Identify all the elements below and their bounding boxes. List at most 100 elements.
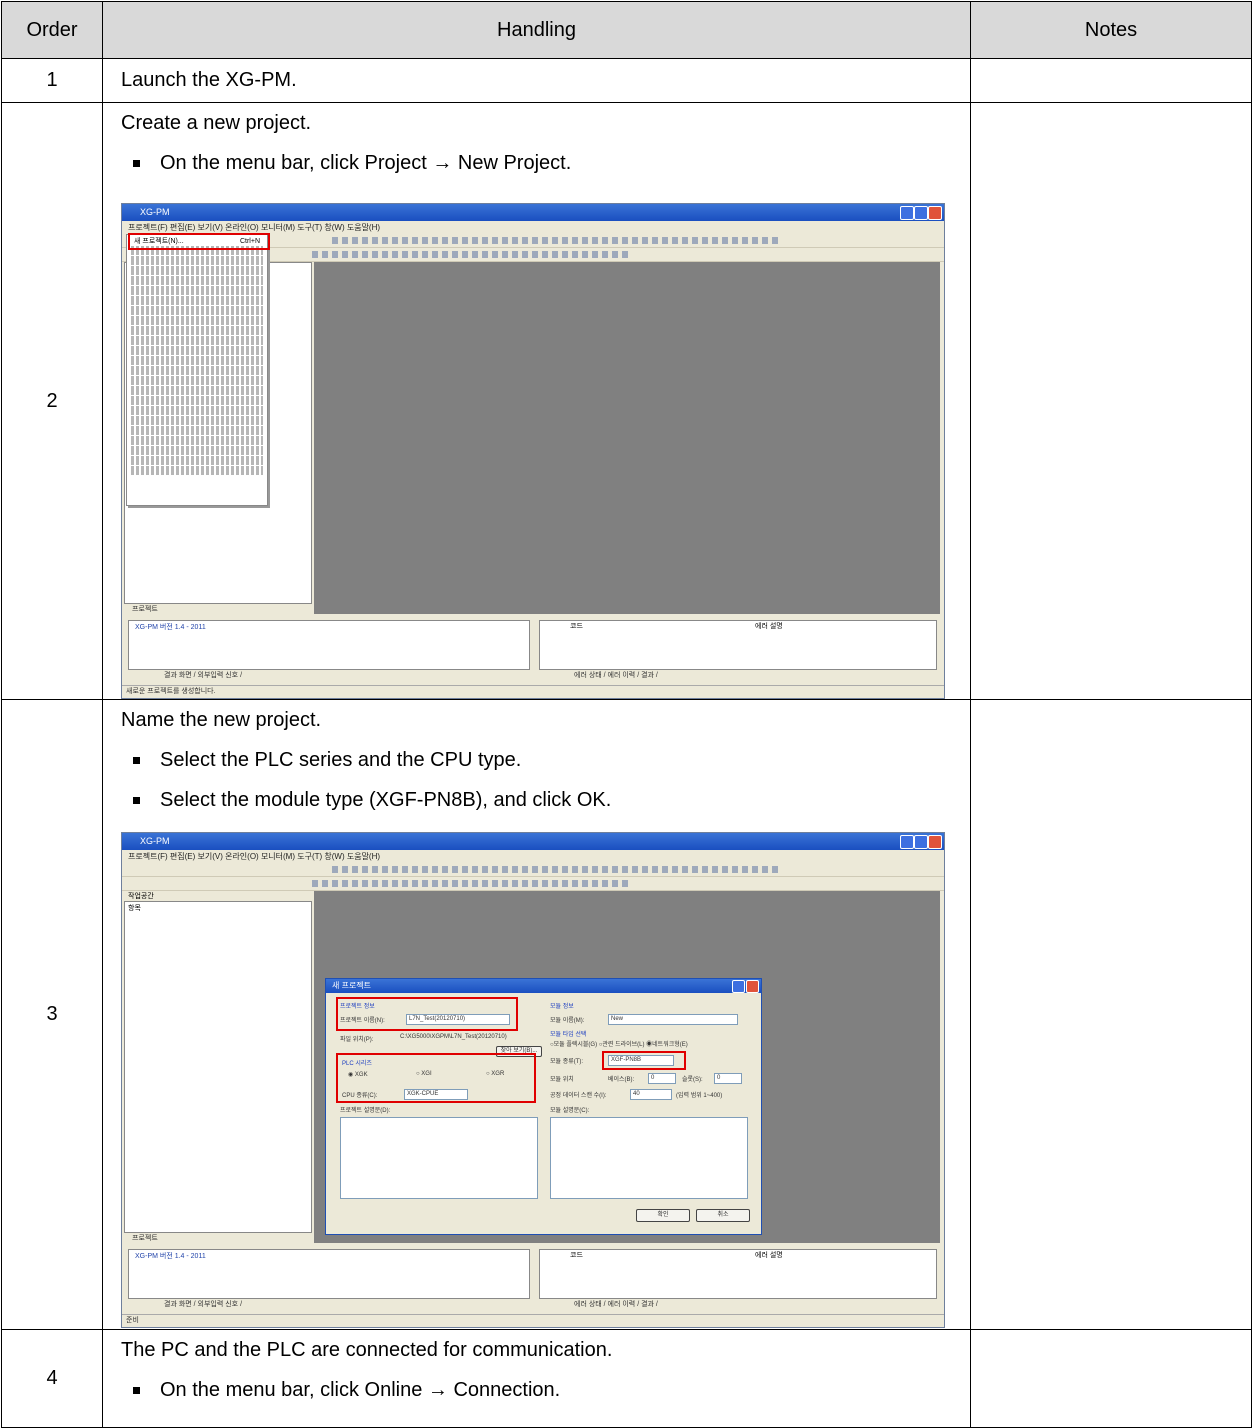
- order-cell: 3: [1, 699, 103, 1330]
- app-titlebar: XG-PM: [122, 833, 944, 850]
- order-cell: 4: [1, 1329, 103, 1428]
- order-cell: 1: [1, 58, 103, 103]
- toolbar-2[interactable]: [122, 877, 944, 891]
- slot-label: 슬롯(S):: [682, 1077, 703, 1083]
- minimize-icon[interactable]: [900, 835, 914, 849]
- output-box: XG-PM 버전 1.4 - 2011: [128, 1249, 530, 1299]
- bullet-icon: [133, 756, 140, 764]
- screenshot-new-project-menu: XG-PM 프로젝트(F) 편집(E) 보기(V) 온라인(O) 모니터(M) …: [121, 203, 945, 699]
- notes-header: Notes: [970, 1, 1252, 59]
- output-text: XG-PM 버전 1.4 - 2011: [135, 624, 206, 631]
- module-type-options[interactable]: ○모듈 플렉시블(G) ○관련 드라이브(L) ◉네트워크형(E): [550, 1039, 688, 1048]
- bullet-text: On the menu bar, click Project → New Pro…: [160, 152, 572, 174]
- module-kind-label: 모듈 종류(T):: [550, 1059, 584, 1065]
- file-location-label: 파일 위치(P):: [340, 1037, 374, 1043]
- notes-cell: [970, 699, 1252, 1330]
- app-title: XG-PM: [140, 207, 170, 217]
- order-header: Order: [1, 1, 103, 59]
- bullet-icon: [133, 1386, 140, 1394]
- bullet-icon: [133, 159, 140, 167]
- handling-cell: Create a new project. On the menu bar, c…: [102, 102, 971, 700]
- handling-cell: Launch the XG-PM.: [102, 58, 971, 103]
- order-cell: 2: [1, 102, 103, 700]
- screenshot-new-project-dialog: XG-PM 프로젝트(F) 편집(E) 보기(V) 온라인(O) 모니터(M) …: [121, 832, 945, 1328]
- handling-header: Handling: [102, 1, 971, 59]
- procedure-table: Order Handling Notes 1 Launch the XG-PM.…: [1, 1, 1252, 1428]
- maximize-icon[interactable]: [914, 835, 928, 849]
- dialog-help-icon[interactable]: [732, 980, 745, 993]
- handling-cell: The PC and the PLC are connected for com…: [102, 1329, 971, 1428]
- bullet-text: On the menu bar, click Online → Connecti…: [160, 1379, 561, 1401]
- new-project-dialog[interactable]: 새 프로젝트 프로젝트 정보 프로젝트 이름(N): L7N_Test(2012…: [325, 978, 762, 1235]
- dialog-title: 새 프로젝트: [326, 979, 761, 993]
- bottom-tabs-left[interactable]: 결과 화면 / 외부입력 신호 /: [164, 1299, 242, 1309]
- project-pane[interactable]: 항목: [124, 901, 312, 1233]
- toolbar[interactable]: [122, 863, 944, 877]
- module-pos-label: 모듈 위치: [550, 1077, 574, 1083]
- toolbar-icons: [312, 880, 632, 887]
- highlight-plc-series: [336, 1053, 536, 1103]
- table-row: 1 Launch the XG-PM.: [1, 58, 1252, 103]
- highlight-new-project: [128, 233, 270, 250]
- project-menu-dropdown[interactable]: [126, 234, 268, 506]
- notes-cell: [970, 58, 1252, 103]
- highlight-module-kind: [602, 1051, 686, 1070]
- document-page: Order Handling Notes 1 Launch the XG-PM.…: [0, 0, 1253, 1428]
- app-title: XG-PM: [140, 836, 170, 846]
- bottom-tabs-right[interactable]: 에러 상태 / 에러 이력 / 결과 /: [574, 670, 658, 680]
- workspace-area: [314, 262, 940, 614]
- module-info-label: 모듈 정보: [550, 1004, 574, 1010]
- close-icon[interactable]: [928, 835, 942, 849]
- status-bar: 준비: [122, 1314, 944, 1327]
- step-text: Create a new project.: [121, 112, 312, 134]
- slot-select[interactable]: 0: [714, 1073, 742, 1084]
- file-location-value: C:\XG5000\XGPM\L7N_Test(20120710): [400, 1034, 507, 1040]
- notes-cell: [970, 1329, 1252, 1428]
- bullet-text: Select the PLC series and the CPU type.: [160, 749, 522, 771]
- project-tab[interactable]: 프로젝트: [132, 1233, 158, 1243]
- module-desc-textarea[interactable]: [550, 1117, 748, 1199]
- maximize-icon[interactable]: [914, 206, 928, 220]
- close-icon[interactable]: [928, 206, 942, 220]
- base-select[interactable]: 0: [648, 1073, 676, 1084]
- output-box: XG-PM 버전 1.4 - 2011: [128, 620, 530, 670]
- bullet-item: On the menu bar, click Project → New Pro…: [121, 143, 970, 183]
- dialog-close-icon[interactable]: [746, 980, 759, 993]
- bottom-tabs-left[interactable]: 결과 화면 / 외부입력 신호 /: [164, 670, 242, 680]
- error-list: 코드 에러 설명: [539, 620, 937, 670]
- output-panel: XG-PM 버전 1.4 - 2011 결과 화면 / 외부입력 신호 / 코드…: [124, 616, 942, 680]
- table-row: 3 Name the new project. Select the PLC s…: [1, 699, 1252, 1330]
- table-row: 2 Create a new project. On the menu bar,…: [1, 102, 1252, 700]
- bottom-tabs-right[interactable]: 에러 상태 / 에러 이력 / 결과 /: [574, 1299, 658, 1309]
- base-label: 베이스(B):: [608, 1077, 635, 1083]
- error-list: 코드 에러 설명: [539, 1249, 937, 1299]
- toolbar-icons: [312, 251, 632, 258]
- step-text: Name the new project.: [121, 709, 322, 731]
- project-tab[interactable]: 프로젝트: [132, 604, 158, 614]
- step-text: Launch the XG-PM.: [121, 69, 297, 91]
- minimize-icon[interactable]: [900, 206, 914, 220]
- handling-cell: Name the new project. Select the PLC ser…: [102, 699, 971, 1330]
- bullet-item: On the menu bar, click Online → Connecti…: [121, 1370, 970, 1410]
- tree-label: 항목: [128, 905, 141, 912]
- bullet-item: Select the PLC series and the CPU type.: [121, 740, 970, 780]
- toolbar-icons: [332, 866, 782, 873]
- highlight-project-name: [336, 997, 518, 1031]
- project-desc-label: 프로젝트 설명문(D):: [340, 1108, 391, 1114]
- status-bar: 새로운 프로젝트를 생성합니다.: [122, 685, 944, 698]
- module-name-label: 모듈 이름(M):: [550, 1018, 585, 1024]
- notes-cell: [970, 102, 1252, 700]
- scan-input[interactable]: 40: [630, 1089, 672, 1100]
- output-text: XG-PM 버전 1.4 - 2011: [135, 1253, 206, 1260]
- app-titlebar: XG-PM: [122, 204, 944, 221]
- cancel-button[interactable]: 취소: [696, 1209, 750, 1222]
- table-header-row: Order Handling Notes: [1, 1, 1252, 59]
- menu-bar[interactable]: 프로젝트(F) 편집(E) 보기(V) 온라인(O) 모니터(M) 도구(T) …: [122, 850, 944, 863]
- module-name-input[interactable]: New: [608, 1014, 738, 1025]
- project-desc-textarea[interactable]: [340, 1117, 538, 1199]
- scan-label: 공정 데이터 스캔 수(I):: [550, 1093, 607, 1099]
- step-text: The PC and the PLC are connected for com…: [121, 1339, 613, 1361]
- module-desc-label: 모듈 설명문(C):: [550, 1108, 590, 1114]
- ok-button[interactable]: 확인: [636, 1209, 690, 1222]
- table-row: 4 The PC and the PLC are connected for c…: [1, 1329, 1252, 1428]
